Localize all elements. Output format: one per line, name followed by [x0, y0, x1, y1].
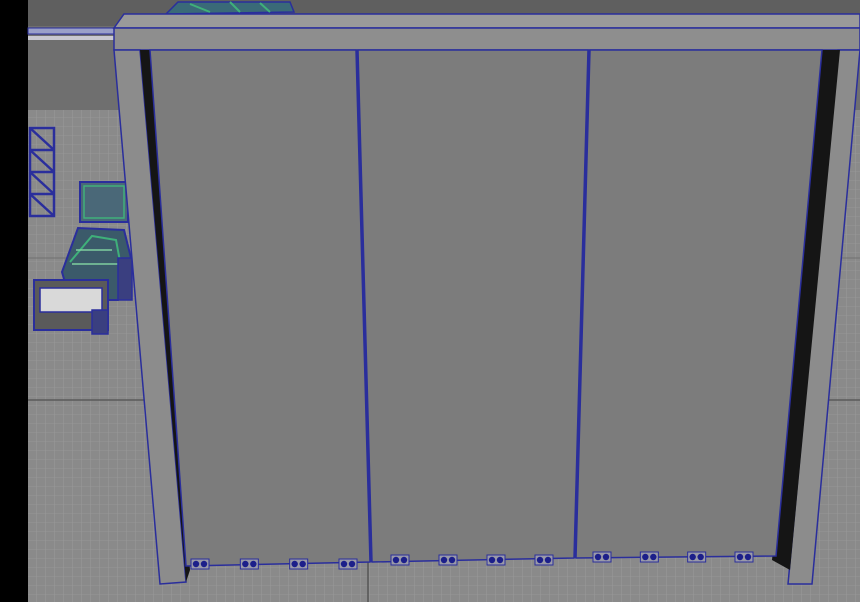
wall-top-beam-front[interactable]: [113, 27, 860, 51]
maya-3d-viewport[interactable]: [0, 0, 860, 602]
door-roller: [289, 558, 309, 570]
door-roller: [592, 551, 612, 563]
door-roller: [338, 558, 358, 570]
door-roller: [734, 551, 754, 563]
door-roller: [390, 554, 410, 566]
door-roller: [438, 554, 458, 566]
sliding-door-wall[interactable]: [112, 13, 860, 585]
door-roller: [639, 551, 659, 563]
door-roller: [486, 554, 506, 566]
door-roller: [190, 558, 210, 570]
door-roller: [534, 554, 554, 566]
viewport-left-border: [0, 0, 28, 602]
viewport-canvas[interactable]: [0, 0, 860, 602]
wall-top-beam[interactable]: [112, 13, 860, 29]
overhead-object[interactable]: [164, 1, 296, 15]
door-roller: [239, 558, 259, 570]
door-panel-1[interactable]: [149, 49, 371, 567]
door-roller: [687, 551, 707, 563]
door-panel-2[interactable]: [357, 49, 589, 563]
